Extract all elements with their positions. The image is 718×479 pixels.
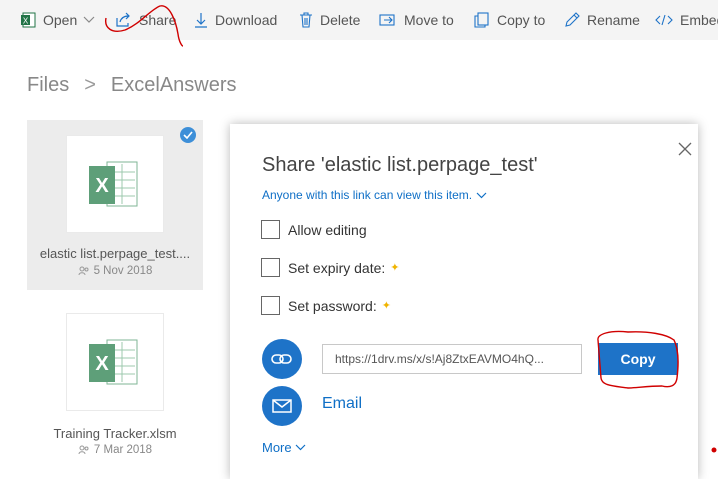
share-icon	[116, 12, 130, 27]
file-date: 7 Mar 2018	[27, 444, 203, 456]
breadcrumb: Files > ExcelAnswers	[27, 74, 237, 97]
file-tile[interactable]: X Training Tracker.xlsm 7 Mar 2018	[27, 302, 203, 472]
mail-icon[interactable]	[262, 386, 302, 426]
file-tile[interactable]: X elastic list.perpage_test.... 5 Nov 20…	[27, 120, 203, 290]
file-date-text: 5 Nov 2018	[93, 265, 153, 277]
chevron-down-icon	[83, 16, 95, 23]
expiry-date-option[interactable]: Set expiry date: ✦	[261, 258, 400, 277]
excel-icon: X	[89, 339, 138, 385]
file-name: elastic list.perpage_test....	[39, 246, 191, 261]
embed-button[interactable]: Embed	[655, 0, 718, 40]
breadcrumb-files[interactable]: Files	[27, 74, 69, 97]
link-permission-dropdown[interactable]: Anyone with this link can view this item…	[262, 188, 487, 202]
breadcrumb-current: ExcelAnswers	[110, 74, 237, 96]
svg-text:X: X	[95, 175, 109, 197]
rename-label: Rename	[587, 12, 640, 28]
rename-icon	[565, 12, 580, 27]
allow-editing-label: Allow editing	[288, 221, 367, 238]
allow-editing-checkbox[interactable]	[261, 220, 280, 239]
svg-text:X: X	[23, 17, 29, 26]
premium-star-icon: ✦	[390, 262, 400, 274]
copy-to-label: Copy to	[497, 12, 546, 28]
chevron-down-icon	[476, 192, 487, 198]
command-bar: X Open Share Download Delete Move to Cop…	[0, 0, 718, 40]
file-date-text: 7 Mar 2018	[93, 444, 153, 456]
excel-icon: X	[21, 12, 36, 28]
check-icon[interactable]	[180, 127, 196, 143]
rename-button[interactable]: Rename	[564, 0, 640, 40]
close-icon[interactable]	[678, 142, 692, 156]
download-icon	[195, 13, 207, 28]
expiry-date-checkbox[interactable]	[261, 258, 280, 277]
share-button[interactable]: Share	[115, 0, 176, 40]
sharing-icon	[78, 266, 89, 276]
chevron-down-icon	[295, 444, 306, 451]
expiry-date-label: Set expiry date:	[288, 259, 386, 276]
copy-to-button[interactable]: Copy to	[474, 0, 545, 40]
more-button[interactable]: More	[262, 440, 306, 455]
link-permission-text: Anyone with this link can view this item…	[262, 188, 473, 202]
embed-label: Embed	[680, 12, 718, 28]
download-label: Download	[215, 12, 278, 28]
password-label: Set password:	[288, 297, 377, 314]
share-label: Share	[139, 12, 177, 28]
excel-icon: X	[89, 161, 138, 207]
password-checkbox[interactable]	[261, 296, 280, 315]
email-link[interactable]: Email	[322, 395, 362, 413]
delete-label: Delete	[320, 12, 361, 28]
password-option[interactable]: Set password: ✦	[261, 296, 391, 315]
file-thumbnail: X	[67, 136, 163, 232]
open-label: Open	[43, 12, 78, 28]
move-icon	[379, 14, 395, 26]
dialog-title: Share 'elastic list.perpage_test'	[262, 154, 538, 176]
link-icon[interactable]	[262, 339, 302, 379]
share-link-field[interactable]: https://1drv.ms/x/s!Aj8ZtxEAVMO4hQ...	[322, 344, 582, 374]
allow-editing-option[interactable]: Allow editing	[261, 220, 367, 239]
svg-text:X: X	[95, 353, 109, 375]
download-button[interactable]: Download	[194, 0, 277, 40]
move-to-label: Move to	[404, 12, 454, 28]
embed-icon	[655, 14, 673, 26]
premium-star-icon: ✦	[381, 300, 391, 312]
delete-icon	[300, 12, 312, 28]
more-label: More	[262, 440, 292, 455]
file-name: Training Tracker.xlsm	[53, 426, 177, 441]
sharing-icon	[78, 445, 89, 455]
file-date: 5 Nov 2018	[27, 265, 203, 277]
breadcrumb-separator: >	[84, 74, 96, 96]
share-dialog: Share 'elastic list.perpage_test' Anyone…	[230, 124, 698, 479]
copy-link-button[interactable]: Copy	[598, 343, 678, 375]
delete-button[interactable]: Delete	[299, 0, 360, 40]
copy-icon	[474, 12, 489, 28]
move-to-button[interactable]: Move to	[379, 0, 454, 40]
open-button[interactable]: X Open	[20, 0, 95, 40]
file-thumbnail: X	[67, 314, 163, 410]
